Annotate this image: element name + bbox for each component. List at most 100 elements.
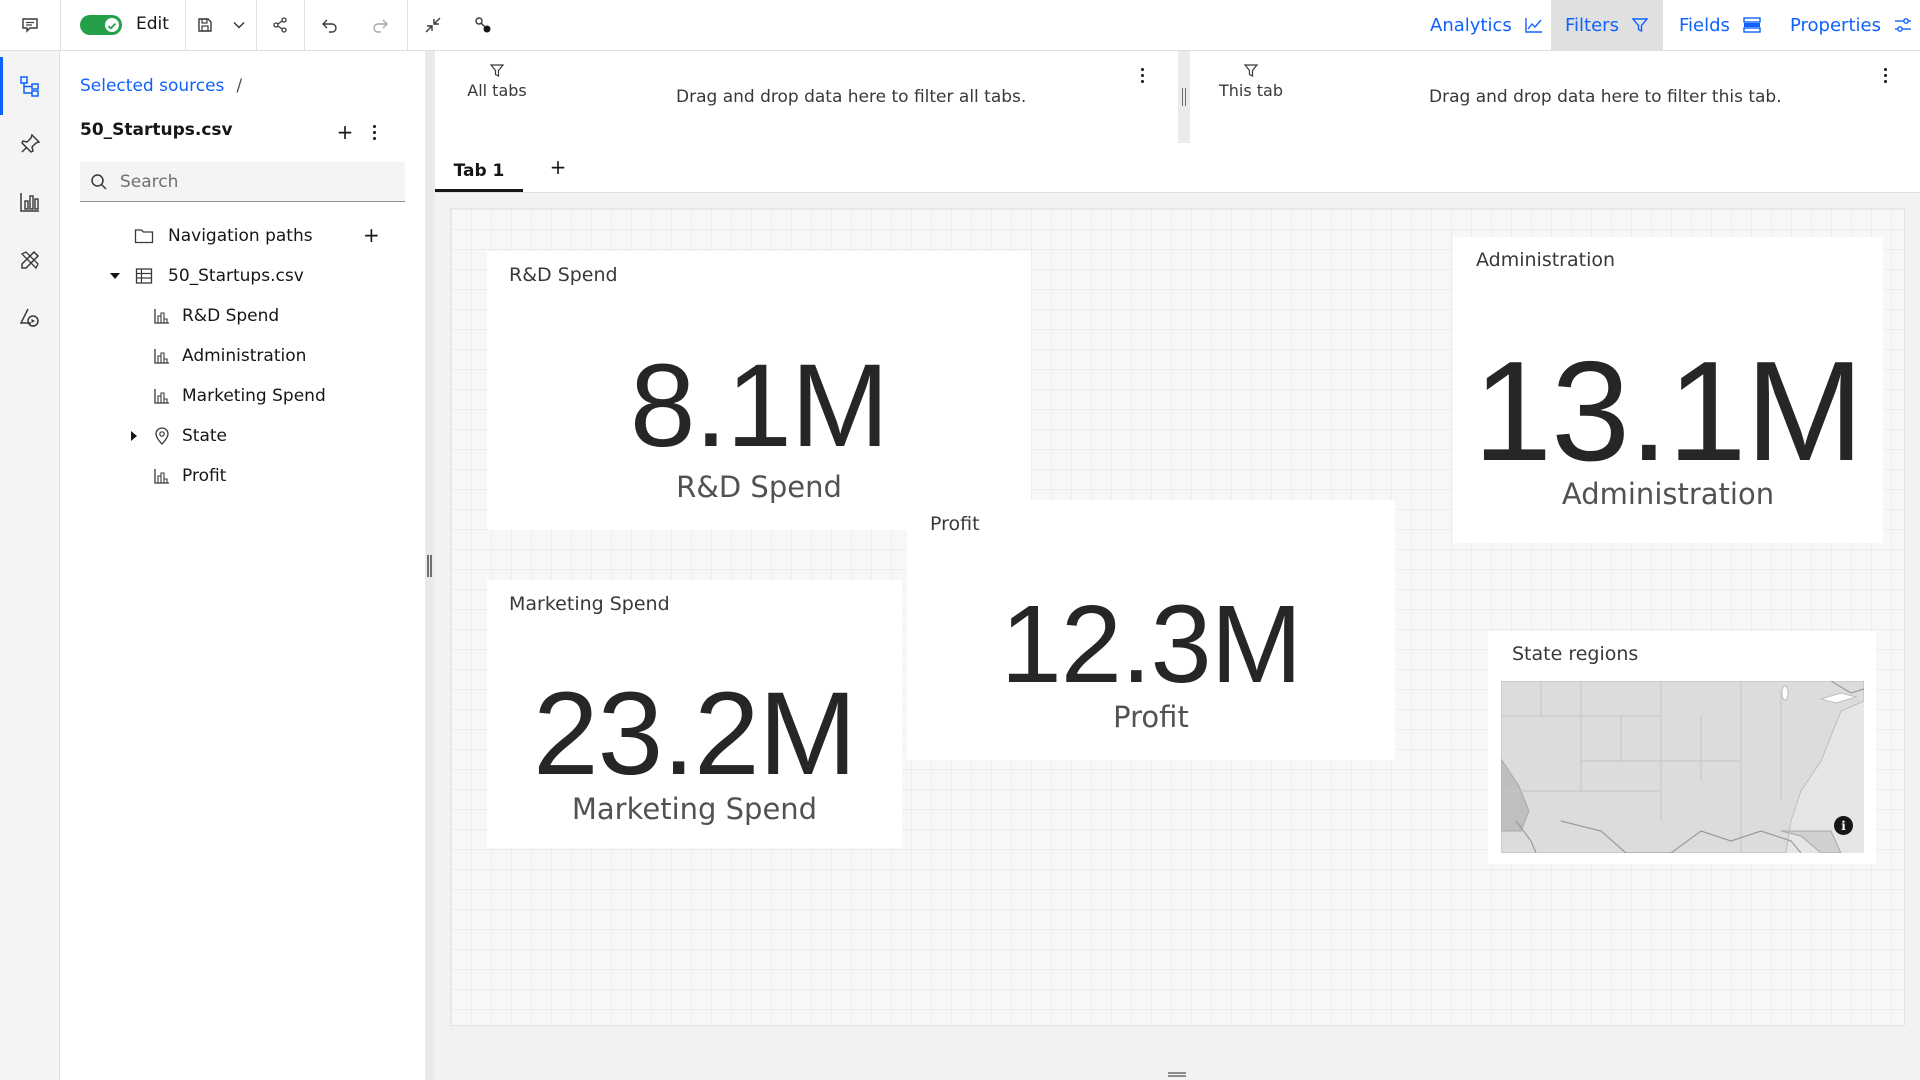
- tree-item-label: Administration: [182, 346, 307, 366]
- top-toolbar: Edit Analytics Filters Fields Properties: [0, 0, 1920, 51]
- kpi-value: 13.1M: [1473, 332, 1864, 491]
- kpi-value: 8.1M: [629, 340, 889, 472]
- edit-toggle[interactable]: [80, 15, 122, 35]
- tree-item-state[interactable]: State: [126, 419, 227, 453]
- tab-properties[interactable]: Properties: [1776, 0, 1920, 50]
- breadcrumb-selected-sources[interactable]: Selected sources: [80, 76, 224, 96]
- tree-item-marketing-spend[interactable]: Marketing Spend: [152, 379, 326, 413]
- us-map-shapes: [1501, 681, 1864, 853]
- filter-icon: [1631, 18, 1649, 33]
- fields-icon: [1743, 17, 1761, 33]
- kpi-caption: Marketing Spend: [571, 792, 818, 826]
- source-title: 50_Startups.csv: [80, 120, 233, 140]
- tree-item-administration[interactable]: Administration: [152, 339, 306, 373]
- save-icon[interactable]: [190, 0, 220, 50]
- table-icon: [132, 267, 156, 285]
- widget-profit[interactable]: Profit 12.3M Profit: [907, 500, 1395, 760]
- tree-item-profit[interactable]: Profit: [152, 459, 226, 493]
- add-tab-button[interactable]: +: [543, 152, 573, 182]
- source-overflow-menu-icon[interactable]: [364, 120, 384, 144]
- filter-this-tab[interactable]: This tab Drag and drop data here to filt…: [1190, 51, 1920, 143]
- measure-icon: [152, 347, 172, 365]
- kpi-value: 23.2M: [533, 668, 857, 800]
- breadcrumb: Selected sources /: [80, 76, 242, 96]
- location-pin-icon: [152, 427, 172, 445]
- caret-right-icon[interactable]: [126, 430, 142, 442]
- properties-label: Properties: [1790, 14, 1881, 36]
- tab-filters[interactable]: Filters: [1551, 0, 1663, 50]
- filter-all-tabs-label: All tabs: [457, 63, 537, 100]
- search-field: [80, 162, 405, 202]
- assets-icon[interactable]: [0, 231, 60, 289]
- folder-icon: [132, 228, 156, 244]
- filter-all-tabs-menu-icon[interactable]: [1132, 63, 1152, 87]
- filters-label: Filters: [1565, 14, 1619, 36]
- redo-icon[interactable]: [364, 0, 396, 50]
- tab-1[interactable]: Tab 1: [435, 152, 523, 192]
- tree-item-label: 50_Startups.csv: [168, 266, 304, 286]
- share-icon[interactable]: [264, 0, 296, 50]
- tree-item-navigation-paths[interactable]: Navigation paths: [132, 219, 313, 253]
- widget-rd-spend[interactable]: R&D Spend 8.1M R&D Spend: [487, 251, 1031, 530]
- splitter-grip-icon[interactable]: [427, 555, 432, 577]
- widget-administration[interactable]: Administration 13.1M Administration: [1453, 237, 1883, 543]
- widget-marketing-spend[interactable]: Marketing Spend 23.2M Marketing Spend: [487, 580, 902, 848]
- filter-this-tab-hint: Drag and drop data here to filter this t…: [1429, 87, 1782, 107]
- filter-this-tab-label: This tab: [1211, 63, 1291, 100]
- info-icon[interactable]: i: [1834, 816, 1853, 835]
- tree-item-label: State: [182, 426, 227, 446]
- tab-analytics[interactable]: Analytics: [1416, 0, 1558, 50]
- analytics-label: Analytics: [1430, 14, 1512, 36]
- toggle-knob: [105, 18, 119, 32]
- shapes-icon[interactable]: [0, 289, 60, 347]
- fields-label: Fields: [1679, 14, 1730, 36]
- filter-this-tab-menu-icon[interactable]: [1875, 63, 1895, 87]
- kpi-value: 12.3M: [1000, 583, 1303, 706]
- widget-title: Marketing Spend: [509, 593, 670, 615]
- breadcrumb-separator: /: [236, 76, 243, 96]
- collapse-icon[interactable]: [417, 0, 449, 50]
- filter-all-tabs[interactable]: All tabs Drag and drop data here to filt…: [435, 51, 1178, 143]
- widget-title: R&D Spend: [509, 264, 618, 286]
- search-input[interactable]: [120, 171, 390, 192]
- tree-item-50-startups-csv[interactable]: 50_Startups.csv: [106, 259, 304, 293]
- data-panel: Selected sources / 50_Startups.csv + Navi…: [60, 51, 425, 1080]
- measure-icon: [152, 387, 172, 405]
- measure-icon: [152, 307, 172, 325]
- filter-all-tabs-hint: Drag and drop data here to filter all ta…: [676, 87, 1027, 107]
- visualizations-icon[interactable]: [0, 173, 60, 231]
- data-sources-icon[interactable]: [0, 57, 60, 115]
- measure-icon: [152, 467, 172, 485]
- bottom-resize-handle-icon[interactable]: [1168, 1072, 1186, 1077]
- caret-down-icon[interactable]: [106, 270, 124, 282]
- widget-title: State regions: [1512, 643, 1639, 665]
- tab-strip: Tab 1 +: [435, 143, 1920, 193]
- tree-item-label: R&D Spend: [182, 306, 280, 326]
- edit-label: Edit: [136, 14, 169, 34]
- analytics-chart-icon: [1525, 18, 1542, 33]
- tab-fields[interactable]: Fields: [1665, 0, 1776, 50]
- kpi-caption: Administration: [1561, 477, 1775, 511]
- add-navigation-path-button[interactable]: +: [363, 223, 380, 247]
- filter-icon: [1243, 64, 1259, 77]
- filter-icon: [489, 64, 505, 77]
- kpi-caption: Profit: [1113, 700, 1189, 734]
- add-source-button[interactable]: +: [334, 120, 356, 144]
- search-icon: [91, 173, 107, 190]
- comment-icon[interactable]: [10, 0, 50, 50]
- filter-divider[interactable]: [1178, 51, 1190, 143]
- widget-state-regions-map[interactable]: State regions i: [1488, 631, 1876, 864]
- save-options-chevron-icon[interactable]: [226, 0, 252, 50]
- tree-item-label: Profit: [182, 466, 227, 486]
- widget-title: Profit: [930, 513, 980, 535]
- kpi-caption: R&D Spend: [676, 470, 842, 504]
- pin-icon[interactable]: [0, 115, 60, 173]
- us-map[interactable]: i: [1501, 681, 1864, 853]
- connections-icon[interactable]: [467, 0, 499, 50]
- sliders-icon: [1894, 18, 1911, 32]
- undo-icon[interactable]: [314, 0, 346, 50]
- left-rail: [0, 51, 60, 1080]
- tree-item-rd-spend[interactable]: R&D Spend: [152, 299, 279, 333]
- widget-title: Administration: [1476, 249, 1616, 271]
- tree-item-label: Navigation paths: [168, 226, 313, 246]
